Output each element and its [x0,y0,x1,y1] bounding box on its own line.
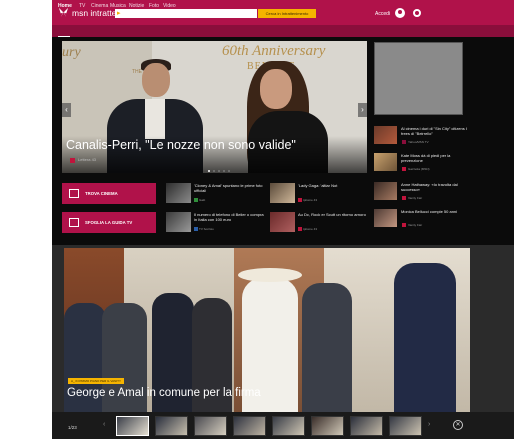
hero-dot[interactable] [218,170,220,172]
chevron-left-icon[interactable]: ‹ [103,421,105,428]
source-icon [402,167,406,171]
headline-source: Gaiit [199,198,206,202]
source-icon [70,158,75,163]
woman-face [260,69,292,109]
backdrop-title: 60th Anniversary [222,43,326,59]
hero-dot[interactable] [223,170,225,172]
source-icon [298,198,302,202]
list-item-title: Kate Moss dà di piedi per la prevenzione [401,153,451,163]
headline-item[interactable]: 'Cloney & Amal' spuntano le prime foto u… [166,183,266,205]
hero-dot[interactable] [213,170,215,172]
headline-item[interactable]: Il numero di telefono di Beiier o compra… [166,212,266,234]
gear-icon[interactable] [413,9,421,17]
gallery-thumb[interactable] [350,416,383,436]
thumbnail [374,153,397,171]
find-cinema-button[interactable]: TROVA CINEMA [62,183,156,204]
hero-next-button[interactable]: › [358,103,367,117]
gallery-counter: 1/23 [68,425,77,430]
search-button[interactable]: Cerca in Intrattenimento [258,9,316,18]
ticket-icon [69,189,79,198]
headline-title: Il numero di telefono di Beiier o compra… [194,212,264,222]
source-icon [298,227,302,231]
source-icon [402,196,406,200]
thumbnail [270,212,295,232]
hero-slideshow[interactable]: ury THE MU 60th Anniversary BENEFIT ‹ › [62,41,367,173]
source-icon [194,198,198,202]
thumbnail [374,209,397,227]
list-item-source: Yahoo/MSN TV [408,140,429,144]
gallery-thumb[interactable] [272,416,305,436]
gallery-thumb[interactable] [389,416,422,436]
list-item-title: Al cinema i duri di "Sin City" citizens … [401,126,467,136]
headline-item[interactable]: Au Dc, Rock er Scutt un ritorno arnoro t… [270,212,370,234]
thumbnail [374,126,397,144]
person-figure [394,263,456,412]
hero-title[interactable]: Canalis-Perri, "Le nozze non sono valide… [66,138,296,152]
category-badge: A_ IN PRIMO PIANO PER IL VANITY [68,378,125,384]
close-icon[interactable]: ✕ [453,420,463,430]
tv-guide-label: SFOGLIA LA GUIDA TV [85,220,133,225]
headline-item[interactable]: 'Lady Gaga: 'altiar Not tpitome 43 [270,183,370,205]
gallery-thumb[interactable] [116,416,149,436]
headline-source: TV Sorrisio [199,227,214,231]
signin-link[interactable]: Accedi [375,11,390,17]
nav-item-tv[interactable]: TV [79,3,85,9]
gallery-thumb[interactable] [311,416,344,436]
headline-source: tpitome 43 [303,198,318,202]
nav-item-foto[interactable]: Foto [149,3,159,9]
ad-placeholder[interactable] [374,42,463,115]
hero-dot[interactable] [228,170,230,172]
thumbnail [166,212,191,232]
gallery-title[interactable]: George e Amal in comune per la firma [67,387,261,399]
gallery-thumb[interactable] [194,416,227,436]
main-nav [52,25,514,37]
thumbnail [166,183,191,203]
nav-item-video[interactable]: Video [163,3,176,9]
hero-source: Lettera 43 [78,157,97,162]
source-icon [402,140,406,144]
backdrop-left-text: ury [62,45,81,60]
list-item-source: Vanity Fair [408,196,423,200]
source-icon [402,223,406,227]
hero-pagination [208,170,230,172]
ad-label [482,50,486,64]
gallery-thumb[interactable] [233,416,266,436]
hero-dot[interactable] [208,170,210,172]
thumbnail [374,182,397,200]
headline-title: 'Cloney & Amal' spuntano le prime foto u… [194,183,263,193]
groom-figure [302,283,352,412]
list-item-title: Monica Bellucci compie 50 anni [401,209,458,214]
source-icon [194,227,198,231]
search-input[interactable] [115,9,257,18]
user-icon[interactable] [395,8,405,18]
hat [238,268,302,282]
hero-prev-button[interactable]: ‹ [62,103,71,117]
find-cinema-label: TROVA CINEMA [85,191,118,196]
list-item-source: Vanity Fair [408,223,423,227]
list-item-title: Anne Hathaway: «Io travolta dal successo… [401,182,458,192]
headline-source: tpitome 43 [303,227,318,231]
thumbnail [270,183,295,203]
chevron-right-icon[interactable]: › [428,421,430,428]
msn-entertainment-page: msn intrattenimento ▾ ▸ Cerca in Intratt… [0,0,514,439]
nav-item-cinema[interactable]: Cinema [91,3,108,9]
nav-item-home[interactable]: Home [58,3,72,9]
nav-item-musica[interactable]: Musica [110,3,126,9]
tv-guide-button[interactable]: SFOGLIA LA GUIDA TV [62,212,156,233]
man-face [142,63,170,97]
gallery-thumb[interactable] [155,416,188,436]
bing-icon: ▸ [117,10,121,17]
nav-item-notizie[interactable]: Notizie [129,3,144,9]
headline-title: Au Dc, Rock er Scutt un ritorno arnoro [298,212,366,217]
tv-icon [69,218,79,227]
list-item-source: Gazzetta (MSN) [408,167,430,171]
headline-title: 'Lady Gaga: 'altiar Not [298,183,338,188]
man-shirt [145,99,165,139]
